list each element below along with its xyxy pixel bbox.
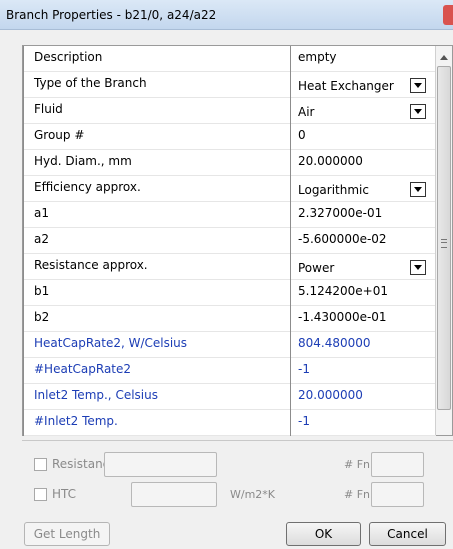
property-key: Description (23, 46, 291, 72)
scrollbar-thumb[interactable] (437, 66, 451, 410)
property-value[interactable]: 20.000000 (293, 150, 436, 176)
property-value[interactable]: -1 (293, 410, 436, 436)
property-row[interactable]: Type of the Branch Heat Exchanger (23, 72, 436, 98)
property-row[interactable]: Description empty (23, 46, 436, 72)
property-value[interactable]: 2.327000e-01 (293, 202, 436, 228)
property-key: Fluid (23, 98, 291, 124)
property-key: HeatCapRate2, W/Celsius (23, 332, 291, 358)
htc-unit-label: W/m2*K (230, 488, 276, 501)
property-value-text: Air (298, 105, 315, 119)
htc-fn-field[interactable] (371, 482, 424, 507)
property-row[interactable]: Fluid Air (23, 98, 436, 124)
htc-value-field[interactable] (131, 482, 217, 507)
cancel-button[interactable]: Cancel (369, 522, 446, 546)
property-value[interactable]: 804.480000 (293, 332, 436, 358)
separator (22, 440, 453, 441)
property-row[interactable]: #Inlet2 Temp. -1 (23, 410, 436, 436)
property-value[interactable]: 0 (293, 124, 436, 150)
property-key: Resistance approx. (23, 254, 291, 280)
property-row[interactable]: b2 -1.430000e-01 (23, 306, 436, 332)
resistance-fn-field[interactable] (371, 452, 424, 477)
scroll-up-icon[interactable] (440, 55, 448, 60)
property-value[interactable]: -1.430000e-01 (293, 306, 436, 332)
property-row[interactable]: a2 -5.600000e-02 (23, 228, 436, 254)
property-value-text: -5.600000e-02 (298, 232, 387, 246)
property-key: Inlet2 Temp., Celsius (23, 384, 291, 410)
property-row[interactable]: HeatCapRate2, W/Celsius 804.480000 (23, 332, 436, 358)
property-value-text: 20.000000 (298, 154, 363, 168)
property-value-text: -1.430000e-01 (298, 310, 387, 324)
property-value-text: 20.000000 (298, 388, 363, 402)
htc-checkbox[interactable] (34, 488, 47, 501)
dropdown-arrow-icon[interactable] (410, 260, 426, 275)
resistance-checkbox[interactable] (34, 458, 47, 471)
resistance-value-field[interactable] (104, 452, 217, 477)
property-value-select[interactable]: Air (293, 98, 436, 124)
property-value[interactable]: empty (293, 46, 436, 72)
property-key: #Inlet2 Temp. (23, 410, 291, 436)
property-key: #HeatCapRate2 (23, 358, 291, 384)
property-value-text: 2.327000e-01 (298, 206, 383, 220)
property-row[interactable]: Efficiency approx. Logarithmic (23, 176, 436, 202)
property-row[interactable]: a1 2.327000e-01 (23, 202, 436, 228)
property-value-text: -1 (298, 414, 310, 428)
property-value-text: 0 (298, 128, 306, 142)
title-bar: Branch Properties - b21/0, a24/a22 (0, 0, 453, 30)
get-length-button[interactable]: Get Length (24, 522, 110, 546)
property-key: Group # (23, 124, 291, 150)
property-row[interactable]: Hyd. Diam., mm 20.000000 (23, 150, 436, 176)
dropdown-arrow-icon[interactable] (410, 182, 426, 197)
property-value-select[interactable]: Heat Exchanger (293, 72, 436, 98)
close-icon[interactable] (443, 5, 453, 25)
property-key: b1 (23, 280, 291, 306)
property-row[interactable]: b1 5.124200e+01 (23, 280, 436, 306)
property-value[interactable]: -1 (293, 358, 436, 384)
dropdown-arrow-icon[interactable] (410, 104, 426, 119)
property-value-text: -1 (298, 362, 310, 376)
property-value-text: Heat Exchanger (298, 79, 394, 93)
grip-icon (441, 239, 447, 248)
property-value-select[interactable]: Logarithmic (293, 176, 436, 202)
resistance-option: Resistance # Fn (34, 452, 434, 478)
property-value[interactable]: 5.124200e+01 (293, 280, 436, 306)
ok-button[interactable]: OK (286, 522, 361, 546)
property-row[interactable]: #HeatCapRate2 -1 (23, 358, 436, 384)
property-row[interactable]: Resistance approx. Power (23, 254, 436, 280)
property-row[interactable]: Inlet2 Temp., Celsius 20.000000 (23, 384, 436, 410)
property-key: b2 (23, 306, 291, 332)
property-value-select[interactable]: Power (293, 254, 436, 280)
property-value-text: empty (298, 50, 337, 64)
htc-label: HTC (52, 487, 77, 501)
property-value-text: Logarithmic (298, 183, 369, 197)
property-value-text: 5.124200e+01 (298, 284, 388, 298)
property-grid: Description empty Type of the Branch Heat E… (22, 45, 453, 436)
dropdown-arrow-icon[interactable] (410, 78, 426, 93)
property-key: Efficiency approx. (23, 176, 291, 202)
property-value-text: 804.480000 (298, 336, 371, 350)
htc-option: HTC W/m2*K # Fn (34, 482, 434, 508)
property-key: a2 (23, 228, 291, 254)
htc-fn-label: # Fn (344, 488, 371, 501)
resistance-fn-label: # Fn (344, 458, 371, 471)
property-value[interactable]: 20.000000 (293, 384, 436, 410)
property-key: Type of the Branch (23, 72, 291, 98)
property-value-text: Power (298, 261, 335, 275)
property-value[interactable]: -5.600000e-02 (293, 228, 436, 254)
property-key: a1 (23, 202, 291, 228)
property-row[interactable]: Group # 0 (23, 124, 436, 150)
property-key: Hyd. Diam., mm (23, 150, 291, 176)
window-title: Branch Properties - b21/0, a24/a22 (6, 8, 217, 22)
vertical-scrollbar[interactable] (435, 46, 452, 435)
